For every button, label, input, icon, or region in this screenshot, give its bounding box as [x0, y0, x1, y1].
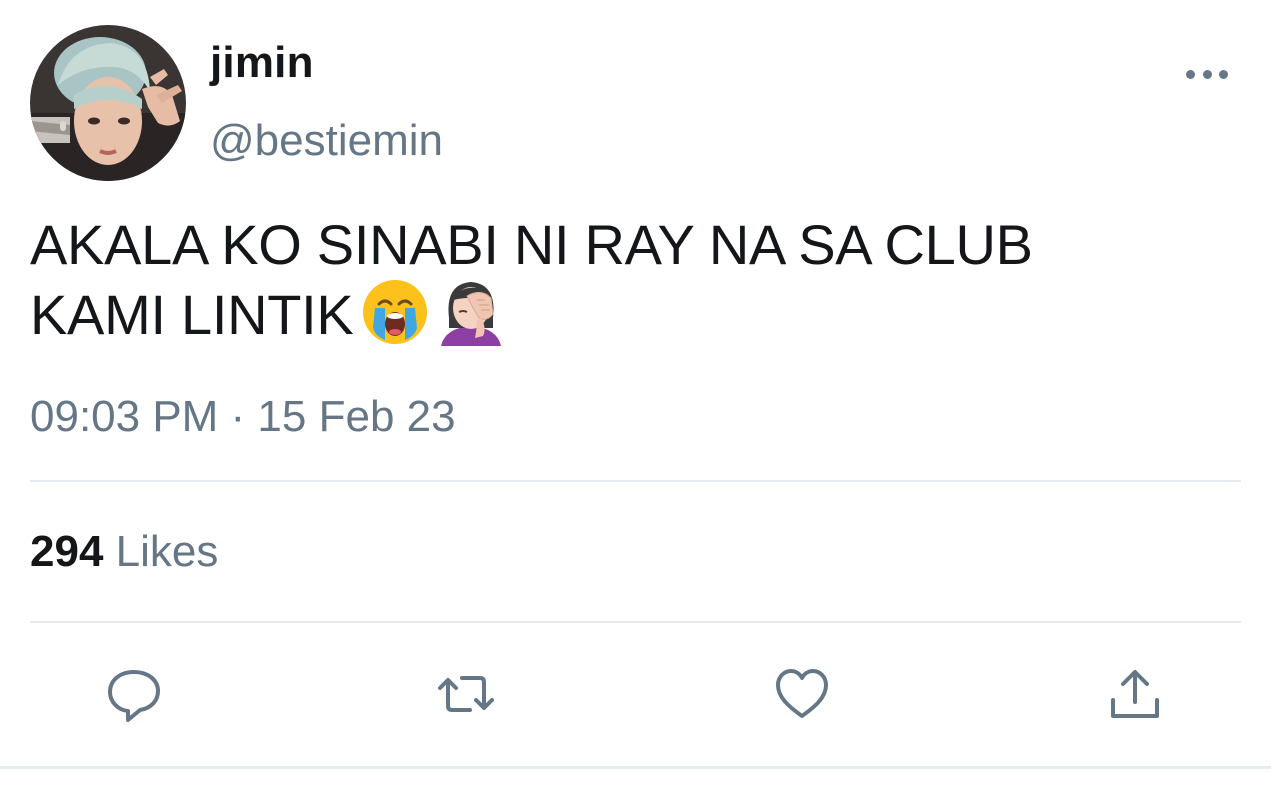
tweet-text: AKALA KO SINABI NI RAY NA SA CLUB KAMI L…	[30, 212, 1230, 348]
reply-icon	[108, 670, 160, 722]
reply-button[interactable]	[104, 664, 164, 724]
retweet-icon	[438, 676, 494, 712]
share-button[interactable]	[1105, 664, 1165, 724]
avatar[interactable]	[30, 25, 186, 181]
bottom-divider	[0, 766, 1271, 769]
likes-label: Likes	[115, 527, 219, 576]
tweet-text-line: KAMI LINTIK	[30, 283, 354, 346]
tweet-text-line-2: KAMI LINTIK	[30, 278, 1230, 348]
tweet-card: jimin @bestiemin AKALA KO SINABI NI RAY …	[0, 0, 1271, 786]
divider	[30, 621, 1241, 623]
more-dot	[1202, 69, 1212, 79]
share-icon	[1111, 670, 1159, 718]
like-icon	[776, 669, 828, 718]
woman-facepalming-icon	[437, 278, 505, 346]
divider	[30, 480, 1241, 482]
tweet-text-line: AKALA KO SINABI NI RAY NA SA CLUB	[30, 213, 1033, 276]
avatar-image	[30, 25, 186, 181]
tweet-timestamp[interactable]: 09:03 PM · 15 Feb 23	[30, 392, 456, 442]
likes-count: 294	[30, 527, 104, 576]
more-dot	[1219, 69, 1228, 79]
likes-stat[interactable]: 294 Likes	[30, 527, 218, 577]
user-handle[interactable]: @bestiemin	[210, 116, 443, 166]
more-dot	[1186, 69, 1195, 79]
loudly-crying-face-icon	[361, 278, 429, 346]
retweet-button[interactable]	[436, 664, 496, 724]
display-name[interactable]: jimin	[210, 38, 314, 88]
more-options-icon[interactable]	[1186, 64, 1228, 84]
like-button[interactable]	[772, 664, 832, 724]
